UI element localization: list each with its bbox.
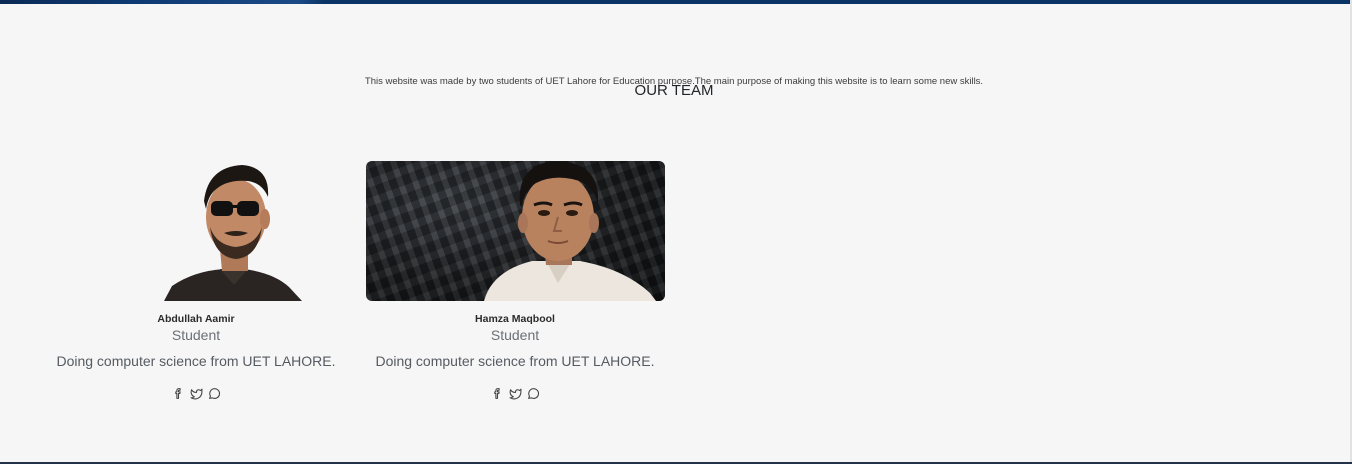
member-photo <box>366 161 665 301</box>
twitter-icon[interactable] <box>190 387 203 400</box>
member-photo-image <box>164 165 302 301</box>
whatsapp-icon[interactable] <box>208 387 221 400</box>
member-role: Student <box>490 327 540 343</box>
top-navbar-edge <box>0 0 1352 4</box>
member-role: Student <box>171 327 221 343</box>
facebook-icon[interactable] <box>491 387 504 400</box>
social-links <box>46 387 346 400</box>
member-description: Doing computer science from UET LAHORE. <box>56 353 336 369</box>
team-member-card: Hamza Maqbool Student Doing computer sci… <box>365 161 665 400</box>
social-links <box>365 387 665 400</box>
facebook-icon[interactable] <box>172 387 185 400</box>
member-photo <box>164 161 304 301</box>
member-name: Hamza Maqbool <box>475 313 555 325</box>
whatsapp-icon[interactable] <box>527 387 540 400</box>
team-member-card: Abdullah Aamir Student Doing computer sc… <box>46 161 346 400</box>
member-name: Abdullah Aamir <box>157 313 235 325</box>
member-photo-image <box>484 161 656 301</box>
twitter-icon[interactable] <box>509 387 522 400</box>
team-heading: OUR TEAM <box>634 82 714 99</box>
member-description: Doing computer science from UET LAHORE. <box>375 353 655 369</box>
